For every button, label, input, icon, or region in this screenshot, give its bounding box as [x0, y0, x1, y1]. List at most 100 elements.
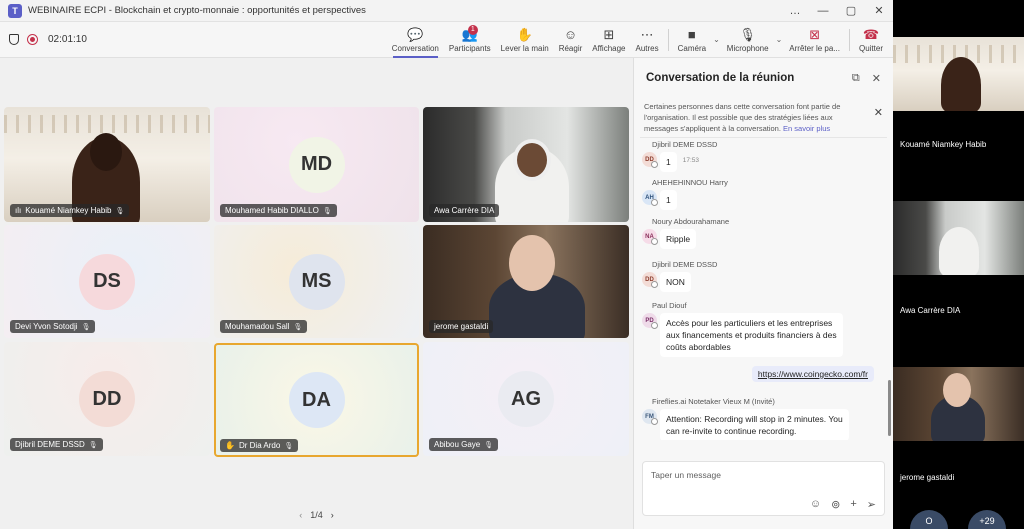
mic-options-chevron-icon[interactable]: ⌄: [776, 35, 783, 44]
react-button[interactable]: ☺ Réagir: [554, 22, 588, 58]
chat-message: Fireflies.ai Notetaker Vieux M (Invité) …: [642, 397, 882, 440]
mic-off-icon: 🎙: [322, 207, 332, 215]
message-bubble: NON: [660, 272, 691, 292]
sender-avatar: DD: [642, 152, 658, 168]
chat-message: Djibril DEME DSSD DD NON: [642, 260, 882, 292]
shared-link[interactable]: https://www.coingecko.com/fr: [758, 369, 868, 379]
participant-name-label: ✋ Dr Dia Ardo 🎙: [220, 439, 299, 452]
shield-icon[interactable]: [9, 34, 19, 45]
close-icon[interactable]: ✕: [872, 72, 881, 85]
learn-more-link[interactable]: En savoir plus: [783, 124, 830, 133]
participant-tile[interactable]: MS Mouhamadou Sall 🎙: [214, 225, 419, 338]
send-icon[interactable]: ➢: [867, 498, 876, 511]
stop-share-icon: ⊠: [809, 26, 821, 42]
participant-name-label: Djibril DEME DSSD 🎙: [10, 438, 103, 451]
rail-participant-video[interactable]: [893, 367, 1024, 441]
hand-icon: ✋: [516, 26, 533, 42]
window-more-button[interactable]: …: [781, 5, 809, 17]
sender-avatar: NA: [642, 229, 658, 245]
participant-tile[interactable]: jerome gastaldi: [423, 225, 629, 338]
chat-message: Paul Diouf PD Accès pour les particulier…: [642, 301, 882, 357]
participant-video-figure: [939, 227, 979, 275]
rail-participant-name: Kouamé Niamkey Habib: [900, 140, 987, 149]
message-list[interactable]: Djibril DEME DSSD DD 1 17:53 AHEHEHINNOU…: [634, 140, 888, 440]
participant-name-label: jerome gastaldi: [429, 320, 494, 333]
participant-tile-speaking[interactable]: DA ✋ Dr Dia Ardo 🎙: [214, 343, 419, 457]
maximize-button[interactable]: ▢: [837, 4, 865, 17]
more-participants-button[interactable]: +29: [968, 510, 1006, 529]
tab-conversation[interactable]: 💬 Conversation: [387, 22, 444, 58]
participant-tile[interactable]: Awa Carrère DIA: [423, 107, 629, 222]
microphone-button[interactable]: 🎙 Microphone: [722, 22, 774, 58]
camera-button[interactable]: ■ Caméra: [673, 22, 711, 58]
chat-scrollbar[interactable]: [888, 380, 891, 436]
view-button[interactable]: ⊞ Affichage: [587, 22, 630, 58]
participant-name-label: ılı Kouamé Niamkey Habib 🎙: [10, 204, 130, 217]
rail-participant-video[interactable]: [893, 201, 1024, 275]
participant-name-label: Devi Yvon Sotodji 🎙: [10, 320, 96, 333]
participant-head: [943, 373, 971, 407]
participant-tile[interactable]: DS Devi Yvon Sotodji 🎙: [4, 225, 210, 338]
close-window-button[interactable]: ✕: [865, 4, 893, 17]
participant-avatar: AG: [498, 371, 554, 427]
message-time: 17:53: [682, 157, 700, 164]
participant-head: [509, 235, 555, 291]
message-bubble: 1: [660, 190, 677, 210]
next-page-chevron-icon[interactable]: ›: [331, 510, 334, 520]
gallery-pager: ‹ 1/4 ›: [0, 510, 633, 520]
participant-name-label: Abibou Gaye 🎙: [429, 438, 499, 451]
emoji-icon[interactable]: ☺: [810, 498, 821, 511]
participant-name-label: Mouhamed Habib DIALLO 🎙: [220, 204, 337, 217]
mic-off-icon: 🎙: [293, 323, 303, 331]
camera-options-chevron-icon[interactable]: ⌄: [713, 35, 720, 44]
participant-avatar: MS: [288, 253, 345, 310]
participant-head: [517, 143, 547, 177]
rail-participant-name: Awa Carrère DIA: [900, 306, 961, 315]
loop-icon[interactable]: ⊚: [831, 498, 840, 511]
raise-hand-button[interactable]: ✋ Lever la main: [496, 22, 554, 58]
leave-button[interactable]: ☎ Quitter: [854, 22, 893, 58]
participant-tile[interactable]: MD Mouhamed Habib DIALLO 🎙: [214, 107, 419, 222]
meeting-timer: 02:01:10: [48, 34, 87, 45]
dismiss-notice-icon[interactable]: ✕: [874, 108, 883, 119]
recording-icon: [27, 34, 38, 45]
more-button[interactable]: ⋯ Autres: [631, 22, 664, 58]
participant-rail: Kouamé Niamkey Habib Awa Carrère DIA jer…: [893, 0, 1024, 529]
rail-participant-video[interactable]: [893, 37, 1024, 111]
policy-notice: Certaines personnes dans cette conversat…: [640, 98, 887, 138]
hang-up-icon: ☎: [862, 26, 880, 42]
grid-icon: ⊞: [603, 26, 615, 42]
add-icon[interactable]: +: [850, 498, 856, 511]
chat-icon: 💬: [407, 26, 424, 42]
meeting-toolbar: 02:01:10 💬 Conversation 👥 1 Participants…: [0, 22, 893, 58]
message-bubble: Attention: Recording will stop in 2 minu…: [660, 409, 849, 440]
minimize-button[interactable]: —: [809, 5, 837, 17]
participant-tile[interactable]: ılı Kouamé Niamkey Habib 🎙: [4, 107, 210, 222]
participant-video-figure: [941, 57, 981, 111]
pop-out-icon[interactable]: ⧉: [852, 72, 860, 85]
stop-sharing-button[interactable]: ⊠ Arrêter le pa...: [784, 22, 845, 58]
participant-avatar: DS: [79, 253, 135, 310]
toolbar-divider: [667, 28, 669, 51]
participant-name-label: Awa Carrère DIA: [429, 204, 500, 217]
participant-head: [90, 133, 122, 171]
chat-title: Conversation de la réunion: [646, 72, 795, 84]
participant-avatar: DD: [79, 371, 135, 427]
sender-avatar: PD: [642, 313, 658, 329]
participant-tile[interactable]: AG Abibou Gaye 🎙: [423, 342, 629, 456]
mic-off-icon: 🎙: [88, 441, 98, 449]
raised-hand-icon: ✋: [225, 441, 235, 450]
prev-page-chevron-icon[interactable]: ‹: [299, 510, 302, 520]
rail-avatar[interactable]: O: [910, 510, 948, 529]
chat-message: Noury Abdourahamane NA Ripple: [642, 217, 882, 249]
message-input[interactable]: [651, 470, 871, 480]
participants-button[interactable]: 👥 1 Participants: [444, 22, 496, 58]
chat-header: Conversation de la réunion ⧉ ✕: [634, 58, 893, 98]
compose-box: ☺ ⊚ + ➢: [642, 461, 885, 516]
mic-off-icon: 🎙: [284, 442, 294, 450]
chat-message: Djibril DEME DSSD DD 1 17:53: [642, 140, 882, 172]
participant-tile[interactable]: DD Djibril DEME DSSD 🎙: [4, 342, 210, 456]
message-bubble: 1: [660, 152, 677, 172]
title-bar: T WEBINAIRE ECPI - Blockchain et crypto-…: [0, 0, 893, 22]
mic-off-icon: 🎙: [115, 207, 125, 215]
